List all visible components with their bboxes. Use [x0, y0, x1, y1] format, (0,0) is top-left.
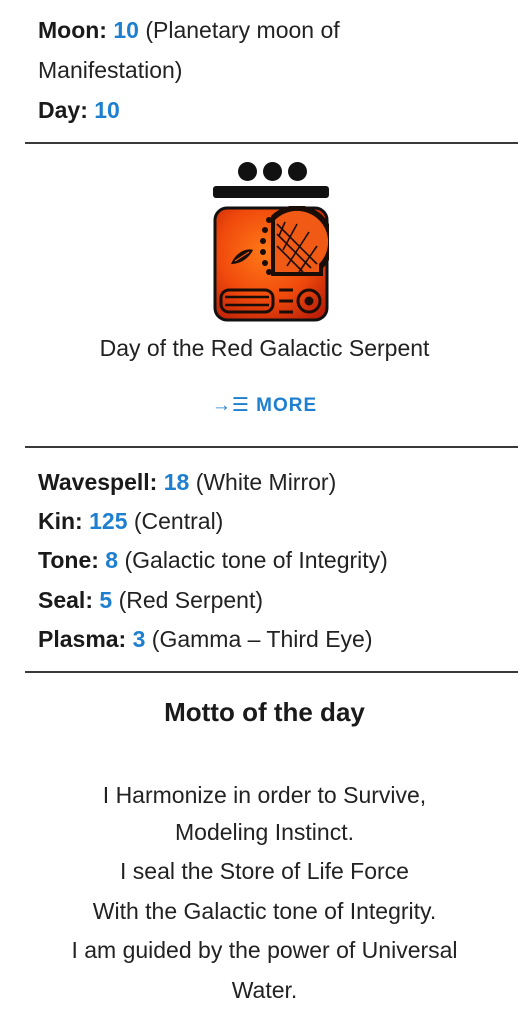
wavespell-label: Wavespell: — [38, 469, 158, 495]
motto-line: I am guided by the power of Universal — [71, 937, 458, 963]
more-button[interactable]: →☰ MORE — [0, 394, 529, 418]
divider-top — [25, 142, 518, 144]
motto-title: Motto of the day — [164, 697, 365, 727]
tone-dot — [263, 162, 282, 181]
tone-label: Tone: — [38, 547, 99, 573]
kin-value: 125 — [89, 508, 128, 534]
kin-note: (Central) — [133, 508, 224, 534]
plasma-row: Plasma: 3 (Gamma – Third Eye) — [38, 625, 373, 653]
wavespell-value: 18 — [163, 469, 190, 495]
plasma-value: 3 — [132, 626, 146, 652]
seal-row: Seal: 5 (Red Serpent) — [38, 586, 263, 614]
moon-value: 10 — [113, 17, 139, 43]
motto-line: Water. — [231, 977, 298, 1003]
motto-line: I Harmonize in order to Survive, — [102, 782, 427, 808]
tone-bar-icon — [213, 186, 329, 198]
wavespell-note: (White Mirror) — [195, 469, 337, 495]
tone-dots-icon — [238, 158, 308, 184]
tone-value: 8 — [105, 547, 119, 573]
tone-note: (Galactic tone of Integrity) — [124, 547, 388, 573]
day-row: Day: 10 — [38, 96, 120, 124]
motto-line: With the Galactic tone of Integrity. — [92, 898, 437, 924]
red-serpent-glyph-icon[interactable] — [213, 206, 329, 322]
moon-label: Moon: — [38, 17, 107, 43]
seal-value: 5 — [99, 587, 113, 613]
motto-line: I seal the Store of Life Force — [120, 858, 409, 884]
seal-label: Seal: — [38, 587, 93, 613]
divider-bottom — [25, 671, 518, 673]
moon-row: Moon: 10 (Planetary moon of — [38, 16, 340, 44]
seal-caption: Day of the Red Galactic Serpent — [99, 335, 430, 361]
motto-line: Modeling Instinct. — [175, 819, 354, 845]
tone-dot — [288, 162, 307, 181]
wavespell-row: Wavespell: 18 (White Mirror) — [38, 468, 336, 496]
seal-note: (Red Serpent) — [118, 587, 264, 613]
day-label: Day: — [38, 97, 88, 123]
tone-dot — [238, 162, 257, 181]
kin-row: Kin: 125 (Central) — [38, 507, 223, 535]
kin-label: Kin: — [38, 508, 83, 534]
plasma-label: Plasma: — [38, 626, 127, 652]
plasma-note: (Gamma – Third Eye) — [151, 626, 373, 652]
tone-row: Tone: 8 (Galactic tone of Integrity) — [38, 546, 388, 574]
day-value: 10 — [94, 97, 120, 123]
divider-middle — [25, 446, 518, 448]
moon-note-continued: Manifestation) — [38, 57, 183, 83]
moon-note: (Planetary moon of — [145, 17, 340, 43]
